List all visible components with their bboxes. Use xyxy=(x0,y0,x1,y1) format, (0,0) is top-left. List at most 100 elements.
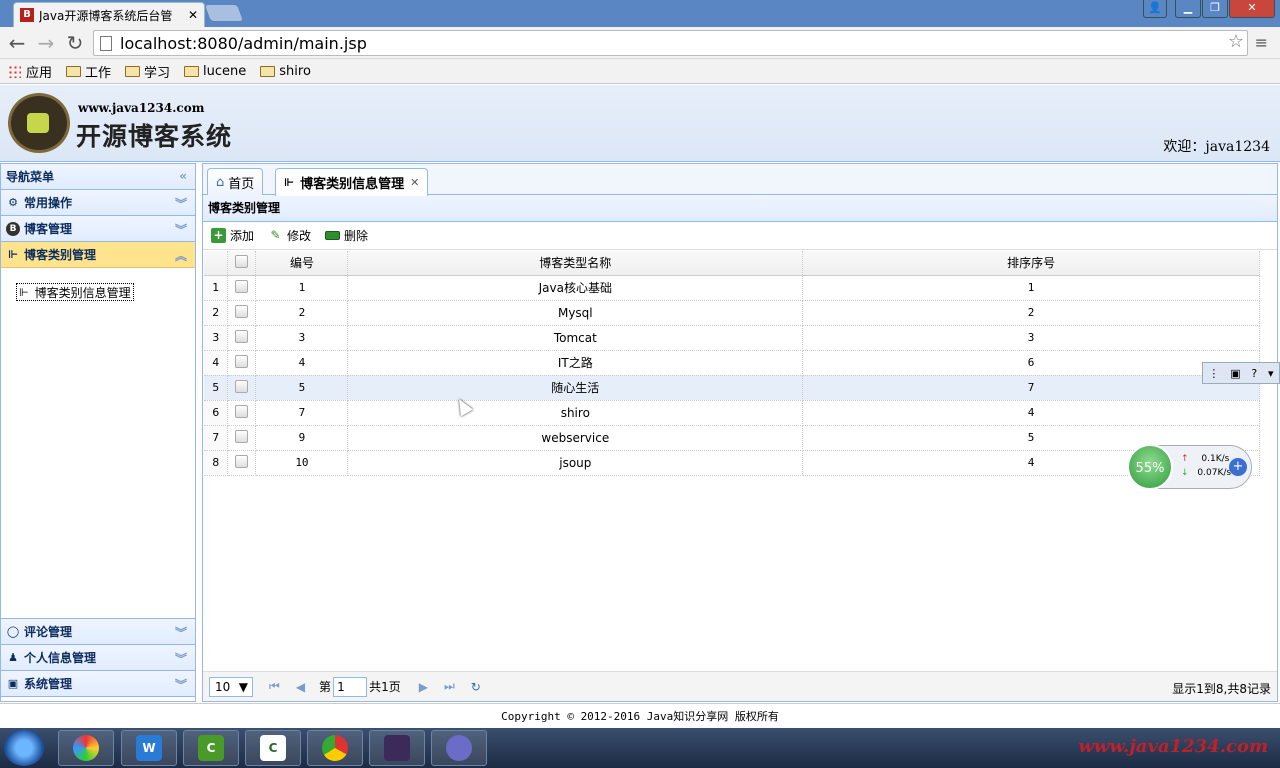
row-checkbox[interactable] xyxy=(235,304,249,318)
user-icon[interactable]: 👤 xyxy=(1143,0,1167,18)
nav-menu-title: 导航菜单 « xyxy=(1,164,195,190)
table-row[interactable]: 6 7 shiro 4 xyxy=(204,400,1260,426)
reload-icon[interactable]: ↻ xyxy=(64,32,86,54)
row-checkbox-cell xyxy=(227,375,257,401)
accordion-blog-type-manage[interactable]: ⊩ 博客类别管理 ︽ xyxy=(1,242,195,268)
tab-blog-type-info[interactable]: ⊩ 博客类别信息管理 ✕ xyxy=(275,168,429,196)
minimize-button[interactable]: ▁ xyxy=(1175,0,1201,18)
refresh-icon[interactable]: ↻ xyxy=(471,680,481,694)
cell-id: 10 xyxy=(255,450,349,476)
next-page-icon[interactable]: ▶ xyxy=(419,680,428,694)
cell-order: 3 xyxy=(802,325,1260,351)
close-icon[interactable]: ✕ xyxy=(410,176,419,189)
maximize-button[interactable]: ❐ xyxy=(1202,0,1228,18)
bookmark-apps[interactable]: 应用 xyxy=(8,62,52,81)
taskbar-app-eclipse[interactable] xyxy=(369,730,425,766)
menu-icon[interactable]: ≡ xyxy=(1255,33,1268,52)
browser-tab[interactable]: B Java开源博客系统后台管 ✕ xyxy=(13,2,205,27)
grip-icon[interactable]: ⋮ xyxy=(1208,367,1219,380)
column-header-id[interactable]: 编号 xyxy=(255,251,349,276)
table-row[interactable]: 5 5 随心生活 7 xyxy=(204,375,1260,401)
row-number: 3 xyxy=(204,325,229,351)
chevron-down-icon[interactable]: ︾ xyxy=(175,195,187,212)
page-number-input[interactable]: 1 xyxy=(333,676,368,697)
forward-arrow-icon[interactable]: → xyxy=(35,32,57,54)
close-icon[interactable]: ✕ xyxy=(188,8,198,22)
add-button[interactable]: + 添加 xyxy=(211,227,254,244)
plus-icon[interactable]: + xyxy=(1229,458,1247,476)
user-icon: ♟ xyxy=(8,650,18,664)
table-row[interactable]: 4 4 IT之路 6 xyxy=(204,350,1260,376)
bookmark-star-icon[interactable]: ☆ xyxy=(1228,31,1244,52)
taskbar-app-2[interactable]: W xyxy=(121,730,177,766)
network-monitor-widget[interactable]: 55% ↑ 0.1K/s ↓ 0.07K/s + xyxy=(1127,444,1252,490)
taskbar-app-7[interactable] xyxy=(431,730,487,766)
help-icon[interactable]: ? xyxy=(1251,367,1257,380)
net-up-value: 0.1K/s xyxy=(1201,454,1230,464)
table-row[interactable]: 3 3 Tomcat 3 xyxy=(204,325,1260,351)
row-checkbox[interactable] xyxy=(235,454,249,468)
accordion-system-manage[interactable]: ▣ 系统管理 ︾ xyxy=(1,671,195,697)
window-close-button[interactable]: ✕ xyxy=(1229,0,1275,18)
bookmarks-bar: 应用 工作 学习 lucene shiro xyxy=(0,59,1280,84)
pin-icon[interactable]: ▣ xyxy=(1230,367,1240,380)
row-checkbox[interactable] xyxy=(235,404,249,418)
bookmark-folder-lucene[interactable]: lucene xyxy=(184,64,246,79)
bookmark-folder-work[interactable]: 工作 xyxy=(66,62,111,81)
taskbar-app-1[interactable] xyxy=(58,730,114,766)
table-row[interactable]: 2 2 Mysql 2 xyxy=(204,300,1260,326)
accordion-common-ops[interactable]: ⚙ 常用操作 ︾ xyxy=(1,190,195,216)
chevron-down-icon[interactable]: ︾ xyxy=(175,650,187,667)
column-header-name[interactable]: 博客类型名称 xyxy=(347,251,804,276)
tree-item-blog-type-info[interactable]: ⊩ 博客类别信息管理 xyxy=(16,283,134,301)
accordion-comment-manage[interactable]: ◯ 评论管理 ︾ xyxy=(1,619,195,645)
taskbar-app-4[interactable]: C xyxy=(245,730,301,766)
page-size-select[interactable]: 10 ▼ xyxy=(209,676,253,697)
data-grid: 编号 博客类型名称 排序序号 1 1 Java核心基础 1 2 2 Mysql 2 3 3 Tomc… xyxy=(204,251,1260,476)
bookmark-folder-study[interactable]: 学习 xyxy=(125,62,170,81)
site-name: 开源博客系统 xyxy=(76,122,233,151)
table-row[interactable]: 7 9 webservice 5 xyxy=(204,425,1260,451)
wps-writer-icon: W xyxy=(136,735,162,761)
row-number-header xyxy=(204,251,229,276)
row-number: 5 xyxy=(204,375,229,401)
welcome-text: 欢迎：java1234 xyxy=(1163,139,1270,155)
accordion-blog-manage[interactable]: B 博客管理 ︾ xyxy=(1,216,195,242)
row-number: 4 xyxy=(204,350,229,376)
folder-icon xyxy=(260,65,276,77)
row-checkbox[interactable] xyxy=(235,279,249,293)
first-page-icon[interactable]: ⏮ xyxy=(269,679,280,694)
dropdown-arrow-icon: ▼ xyxy=(238,679,248,694)
camtasia-recorder-icon: C xyxy=(260,735,286,761)
bookmark-folder-shiro[interactable]: shiro xyxy=(260,64,311,79)
watermark: www.java1234.com xyxy=(1078,736,1268,757)
chevron-down-icon[interactable]: ︾ xyxy=(175,624,187,641)
last-page-icon[interactable]: ⏭ xyxy=(444,679,455,694)
edit-button[interactable]: ✎ 修改 xyxy=(268,227,311,244)
arrow-down-icon[interactable]: ▾ xyxy=(1268,367,1274,380)
row-checkbox[interactable] xyxy=(235,379,249,393)
chevron-up-icon[interactable]: ︽ xyxy=(175,247,187,264)
table-row[interactable]: 8 10 jsoup 4 xyxy=(204,450,1260,476)
new-tab-button[interactable] xyxy=(205,5,243,21)
taskbar-app-chrome[interactable] xyxy=(307,730,363,766)
windows-start-icon[interactable] xyxy=(4,730,44,766)
chevron-down-icon[interactable]: ︾ xyxy=(175,221,187,238)
row-checkbox[interactable] xyxy=(235,429,249,443)
collapse-left-icon[interactable]: « xyxy=(179,169,187,183)
row-checkbox[interactable] xyxy=(235,354,249,368)
chevron-down-icon[interactable]: ︾ xyxy=(175,676,187,693)
address-bar[interactable]: localhost:8080/admin/main.jsp xyxy=(93,30,1248,56)
table-row[interactable]: 1 1 Java核心基础 1 xyxy=(204,275,1260,301)
prev-page-icon[interactable]: ◀ xyxy=(296,680,305,694)
tab-home[interactable]: ⌂ 首页 xyxy=(207,168,264,195)
delete-button[interactable]: 删除 xyxy=(325,227,368,244)
page-icon xyxy=(100,35,112,51)
select-all-checkbox[interactable] xyxy=(235,254,249,268)
bookmark-label: shiro xyxy=(279,63,311,79)
accordion-personal-info[interactable]: ♟ 个人信息管理 ︾ xyxy=(1,645,195,671)
back-arrow-icon[interactable]: ← xyxy=(6,32,28,54)
column-header-order[interactable]: 排序序号 xyxy=(802,251,1260,276)
taskbar-app-3[interactable]: C xyxy=(183,730,239,766)
row-checkbox[interactable] xyxy=(235,329,249,343)
